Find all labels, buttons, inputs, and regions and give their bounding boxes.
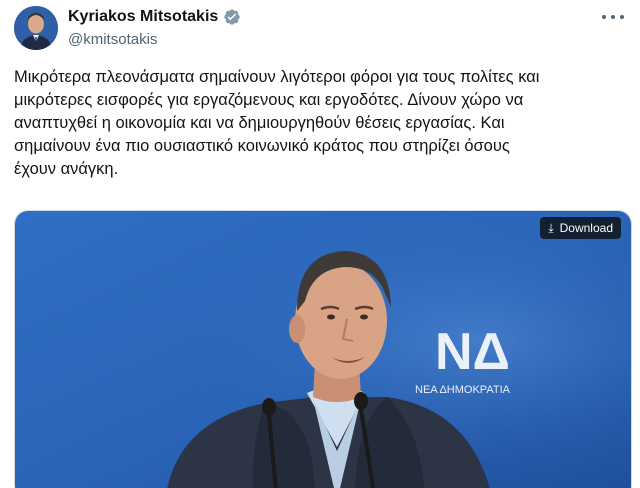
download-label: Download — [559, 221, 613, 235]
tweet-line: Μικρότερα πλεονάσματα σημαίνουν λιγότερο… — [14, 68, 540, 86]
speaker-photo: ΝΔ ΝΕΑ ΔΗΜΟΚΡΑΤΙΑ — [15, 211, 631, 488]
author-name-row: Kyriakos Mitsotakis — [68, 8, 241, 26]
tweet-line: σημαίνουν ένα πιο ουσιαστικό κοινωνικό κ… — [14, 137, 510, 155]
tweet-media[interactable]: ΝΔ ΝΕΑ ΔΗΜΟΚΡΑΤΙΑ ⤓ Download — [14, 210, 632, 488]
avatar[interactable] — [14, 6, 58, 50]
more-dot — [620, 15, 624, 19]
verified-badge-icon — [224, 9, 240, 25]
backdrop-subtext: ΝΕΑ ΔΗΜΟΚΡΑΤΙΑ — [415, 384, 511, 396]
tweet-line: μικρότερες εισφορές για εργαζόμενους και… — [14, 91, 524, 109]
author-name[interactable]: Kyriakos Mitsotakis — [68, 8, 218, 26]
tweet-line: έχουν ανάγκη. — [14, 160, 119, 178]
tweet-header: Kyriakos Mitsotakis @kmitsotakis — [0, 0, 640, 64]
download-arrow-icon: ⤓ — [548, 221, 554, 235]
author-handle[interactable]: @kmitsotakis — [68, 31, 157, 48]
more-dot — [602, 15, 606, 19]
download-button[interactable]: ⤓ Download — [540, 217, 621, 239]
backdrop-logo-text: ΝΔ — [435, 323, 510, 381]
tweet-text: Μικρότερα πλεονάσματα σημαίνουν λιγότερο… — [14, 66, 630, 181]
more-options-icon[interactable] — [602, 12, 624, 22]
avatar-image — [14, 6, 58, 50]
more-dot — [611, 15, 615, 19]
tweet-line: αναπτυχθεί η οικονομία και να δημιουργηθ… — [14, 114, 505, 132]
